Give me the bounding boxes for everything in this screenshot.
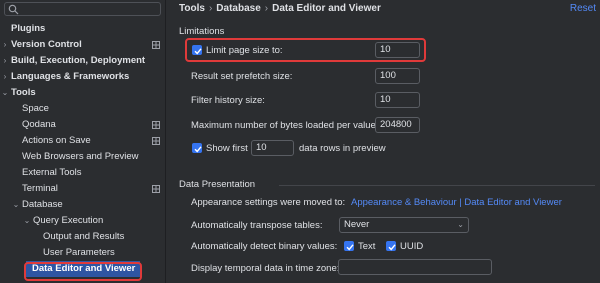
- sidebar-item-build-execution-deployment[interactable]: › Build, Execution, Deployment: [0, 53, 166, 69]
- sidebar-item-output-and-results[interactable]: Output and Results: [0, 229, 166, 245]
- sidebar-item-external-tools[interactable]: External Tools: [0, 165, 166, 181]
- max-bytes-label: Maximum number of bytes loaded per value…: [191, 120, 379, 131]
- sidebar-item-query-execution[interactable]: ⌄ Query Execution: [0, 213, 166, 229]
- sidebar-item-database[interactable]: ⌄ Database: [0, 197, 166, 213]
- show-first-suffix: data rows in preview: [299, 143, 386, 154]
- chevron-down-icon[interactable]: ⌄: [22, 213, 32, 229]
- temporal-timezone-label: Display temporal data in time zone:: [191, 263, 340, 274]
- project-settings-icon: [152, 137, 160, 145]
- limitations-title: Limitations: [179, 26, 225, 37]
- breadcrumb-separator: ›: [264, 3, 269, 14]
- sidebar-item-label: Build, Execution, Deployment: [11, 55, 146, 66]
- check-icon: [194, 48, 202, 55]
- chevron-down-icon[interactable]: ⌄: [0, 85, 10, 101]
- sidebar-item-label: Qodana: [22, 119, 56, 130]
- binary-text-label: Text: [358, 241, 376, 252]
- project-settings-icon: [152, 121, 160, 129]
- breadcrumb: Tools › Database › Data Editor and Viewer: [179, 3, 381, 14]
- show-first-label: Show first: [206, 143, 248, 154]
- max-bytes-input[interactable]: 204800: [375, 117, 420, 133]
- breadcrumb-current: Data Editor and Viewer: [272, 3, 381, 14]
- breadcrumb-tools[interactable]: Tools: [179, 3, 205, 14]
- settings-sidebar: Plugins › Version Control › Build, Execution…: [0, 0, 166, 283]
- chevron-right-icon[interactable]: ›: [0, 69, 10, 85]
- sidebar-item-version-control[interactable]: › Version Control: [0, 37, 166, 53]
- search-input[interactable]: [21, 3, 159, 15]
- sidebar-item-web-browsers-and-preview[interactable]: Web Browsers and Preview: [0, 149, 166, 165]
- chevron-right-icon[interactable]: ›: [0, 53, 10, 69]
- binary-uuid-label: UUID: [400, 241, 424, 252]
- search-field[interactable]: [4, 2, 161, 16]
- search-icon: [8, 4, 19, 15]
- binary-text-checkbox[interactable]: [344, 241, 354, 251]
- check-icon: [388, 244, 396, 251]
- binary-uuid-checkbox[interactable]: [386, 241, 396, 251]
- chevron-down-icon: ⌄: [457, 220, 464, 229]
- check-icon: [346, 244, 354, 251]
- sidebar-item-data-editor-and-viewer[interactable]: Data Editor and Viewer: [26, 261, 140, 277]
- binary-detect-label: Automatically detect binary values:: [191, 241, 338, 252]
- sidebar-item-label: Terminal: [22, 183, 58, 194]
- breadcrumb-separator: ›: [208, 3, 213, 14]
- data-presentation-title: Data Presentation: [179, 179, 256, 190]
- breadcrumb-database[interactable]: Database: [216, 3, 260, 14]
- prefetch-input[interactable]: 100: [375, 68, 420, 84]
- section-divider: [279, 185, 595, 186]
- limit-page-size-checkbox[interactable]: [192, 45, 202, 55]
- sidebar-item-actions-on-save[interactable]: Actions on Save: [0, 133, 166, 149]
- sidebar-item-label: User Parameters: [43, 247, 115, 258]
- project-settings-icon: [152, 185, 160, 193]
- sidebar-item-label: Web Browsers and Preview: [22, 151, 139, 162]
- sidebar-item-plugins[interactable]: Plugins: [0, 21, 166, 37]
- sidebar-item-label: Query Execution: [33, 215, 104, 226]
- filter-history-label: Filter history size:: [191, 95, 265, 106]
- temporal-timezone-input[interactable]: [338, 259, 492, 275]
- sidebar-item-terminal[interactable]: Terminal: [0, 181, 166, 197]
- chevron-down-icon[interactable]: ⌄: [11, 197, 21, 213]
- limit-page-size-input[interactable]: 10: [375, 42, 420, 58]
- sidebar-item-label: Data Editor and Viewer: [32, 263, 136, 274]
- reset-link[interactable]: Reset: [570, 3, 596, 14]
- sidebar-item-label: Actions on Save: [22, 135, 91, 146]
- transpose-select[interactable]: Never ⌄: [339, 217, 469, 233]
- appearance-settings-link[interactable]: Appearance & Behaviour | Data Editor and…: [351, 197, 562, 208]
- transpose-label: Automatically transpose tables:: [191, 220, 323, 231]
- sidebar-item-languages-frameworks[interactable]: › Languages & Frameworks: [0, 69, 166, 85]
- sidebar-item-label: External Tools: [22, 167, 82, 178]
- filter-history-input[interactable]: 10: [375, 92, 420, 108]
- sidebar-item-label: Space: [22, 103, 49, 114]
- settings-content: Tools › Database › Data Editor and Viewer Re…: [167, 0, 600, 283]
- show-first-checkbox[interactable]: [192, 143, 202, 153]
- transpose-select-value: Never: [344, 219, 370, 230]
- sidebar-item-label: Output and Results: [43, 231, 125, 242]
- sidebar-item-space[interactable]: Space: [0, 101, 166, 117]
- project-settings-icon: [152, 41, 160, 49]
- limit-page-size-label: Limit page size to:: [206, 45, 283, 56]
- show-first-input[interactable]: 10: [251, 140, 294, 156]
- check-icon: [194, 146, 202, 153]
- sidebar-item-qodana[interactable]: Qodana: [0, 117, 166, 133]
- sidebar-item-label: Version Control: [11, 39, 82, 50]
- sidebar-item-tools[interactable]: ⌄ Tools: [0, 85, 166, 101]
- appearance-text: Appearance settings were moved to:: [191, 197, 346, 208]
- chevron-right-icon[interactable]: ›: [0, 37, 10, 53]
- prefetch-label: Result set prefetch size:: [191, 71, 293, 82]
- sidebar-item-user-parameters[interactable]: User Parameters: [0, 245, 166, 261]
- sidebar-item-label: Plugins: [11, 23, 46, 34]
- sidebar-item-label: Languages & Frameworks: [11, 71, 130, 82]
- sidebar-item-label: Tools: [11, 87, 36, 98]
- sidebar-item-label: Database: [22, 199, 63, 210]
